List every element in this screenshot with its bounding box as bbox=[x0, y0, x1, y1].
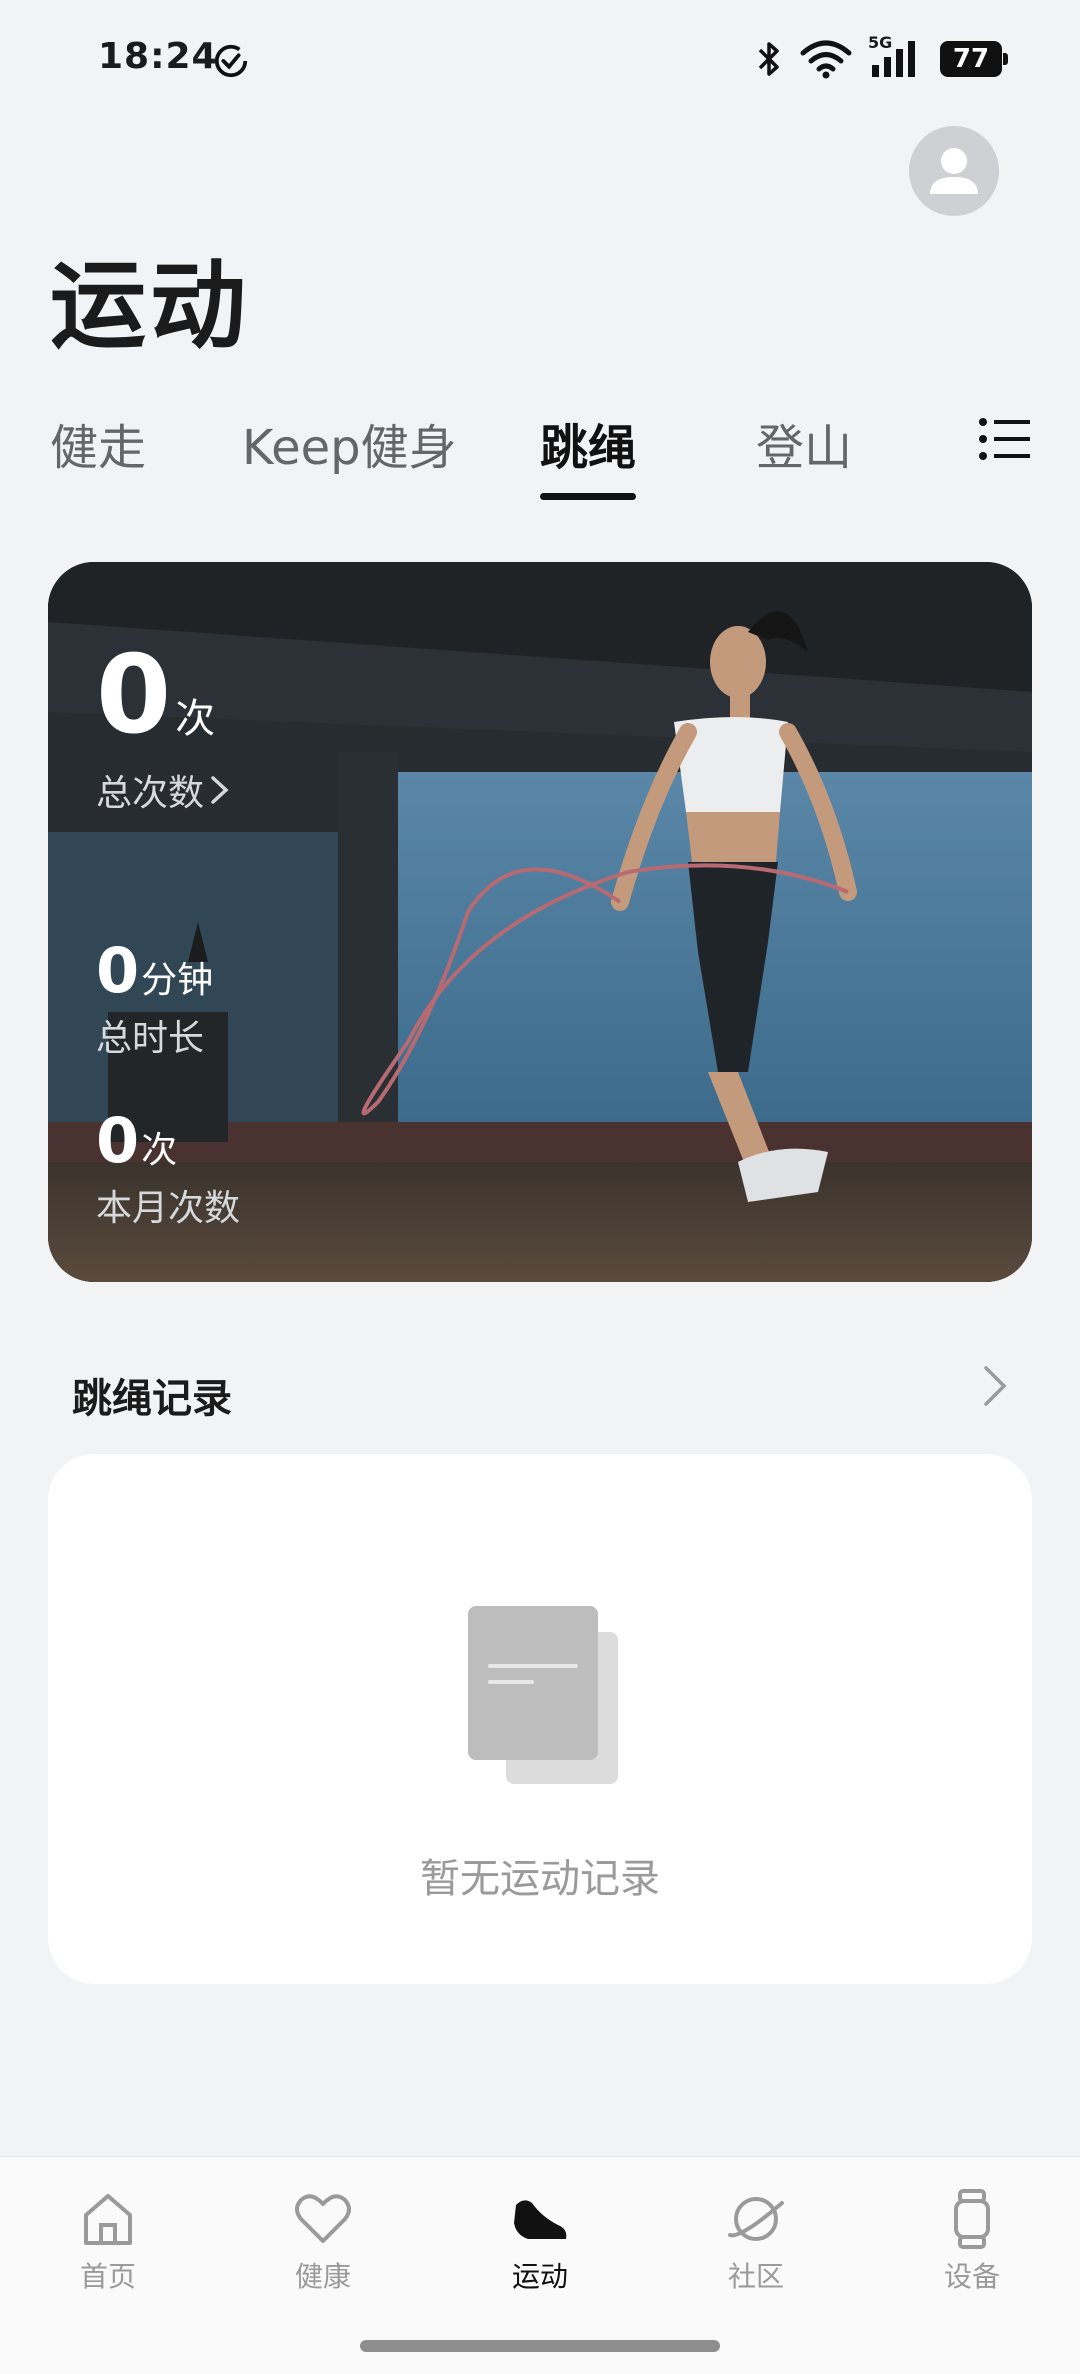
empty-records-text: 暂无运动记录 bbox=[420, 1856, 660, 1902]
wifi-icon bbox=[800, 40, 852, 79]
total-duration-stat: 0分钟 总时长 bbox=[96, 940, 213, 1061]
list-menu-icon[interactable] bbox=[978, 416, 1030, 462]
signal-indicator: 5G bbox=[868, 33, 922, 79]
avatar[interactable] bbox=[909, 126, 999, 216]
chevron-right-icon[interactable] bbox=[980, 1362, 1010, 1410]
month-count-label: 本月次数 bbox=[96, 1188, 241, 1229]
month-count-stat: 0次 本月次数 bbox=[96, 1110, 240, 1231]
total-duration-unit: 分钟 bbox=[141, 960, 214, 1001]
shoe-icon bbox=[514, 2200, 567, 2239]
total-duration-label: 总时长 bbox=[96, 1018, 205, 1059]
check-circle-icon bbox=[214, 44, 248, 78]
planet-icon bbox=[728, 2197, 784, 2241]
page-title: 运动 bbox=[50, 250, 250, 362]
month-count-value: 0 bbox=[96, 1104, 140, 1177]
home-icon bbox=[84, 2194, 132, 2245]
total-count-label: 总次数 bbox=[96, 773, 205, 814]
signal-icon bbox=[872, 41, 915, 77]
total-duration-value: 0 bbox=[96, 934, 140, 1007]
heart-icon bbox=[295, 2194, 351, 2243]
nav-health[interactable]: 健康 bbox=[243, 2187, 403, 2295]
home-indicator[interactable] bbox=[360, 2340, 720, 2352]
tab-hiking[interactable]: 登山 bbox=[756, 408, 852, 478]
tab-walking[interactable]: 健走 bbox=[50, 408, 146, 478]
battery-indicator: 77 bbox=[940, 41, 1008, 77]
month-count-unit: 次 bbox=[141, 1130, 178, 1171]
user-icon bbox=[930, 148, 978, 194]
nav-device-label: 设备 bbox=[943, 2260, 1000, 2293]
nav-health-label: 健康 bbox=[294, 2260, 351, 2293]
status-time: 18:24 bbox=[98, 36, 218, 77]
total-count-label-row: 总次数 bbox=[96, 764, 232, 816]
nav-device[interactable]: 设备 bbox=[892, 2187, 1052, 2295]
sport-tabs: 健走 Keep健身 跳绳 登山 bbox=[50, 408, 1030, 508]
jump-rope-summary-card[interactable]: 0次 总次数 0分钟 总时长 0次 本月次数 bbox=[48, 562, 1032, 1282]
bluetooth-icon bbox=[758, 42, 779, 76]
chevron-right-icon bbox=[211, 776, 229, 804]
tab-keep-fitness[interactable]: Keep健身 bbox=[242, 408, 457, 478]
nav-home-label: 首页 bbox=[79, 2260, 136, 2293]
status-bar: 18:24 5G 77 bbox=[0, 0, 1080, 120]
total-count-value: 0 bbox=[96, 633, 172, 758]
active-tab-indicator bbox=[540, 493, 636, 500]
nav-sport[interactable]: 运动 bbox=[460, 2187, 620, 2295]
tab-jump-rope[interactable]: 跳绳 bbox=[540, 408, 636, 478]
watch-icon bbox=[954, 2189, 990, 2249]
total-count-unit: 次 bbox=[175, 696, 216, 742]
records-card: 暂无运动记录 bbox=[48, 1454, 1032, 1984]
nav-sport-label: 运动 bbox=[511, 2260, 568, 2293]
sport-screen: 18:24 5G 77 运动 健走 Keep健身 跳绳 登山 0 次 总次数 0… bbox=[0, 0, 1080, 2374]
status-icons: 5G 77 bbox=[756, 33, 1008, 80]
records-section-title: 跳绳记录 bbox=[72, 1376, 232, 1422]
total-count-stat[interactable]: 0次 总次数 bbox=[96, 642, 232, 816]
nav-community-label: 社区 bbox=[727, 2260, 784, 2293]
empty-document-icon bbox=[468, 1606, 618, 1784]
nav-home[interactable]: 首页 bbox=[28, 2187, 188, 2295]
nav-community[interactable]: 社区 bbox=[676, 2187, 836, 2295]
